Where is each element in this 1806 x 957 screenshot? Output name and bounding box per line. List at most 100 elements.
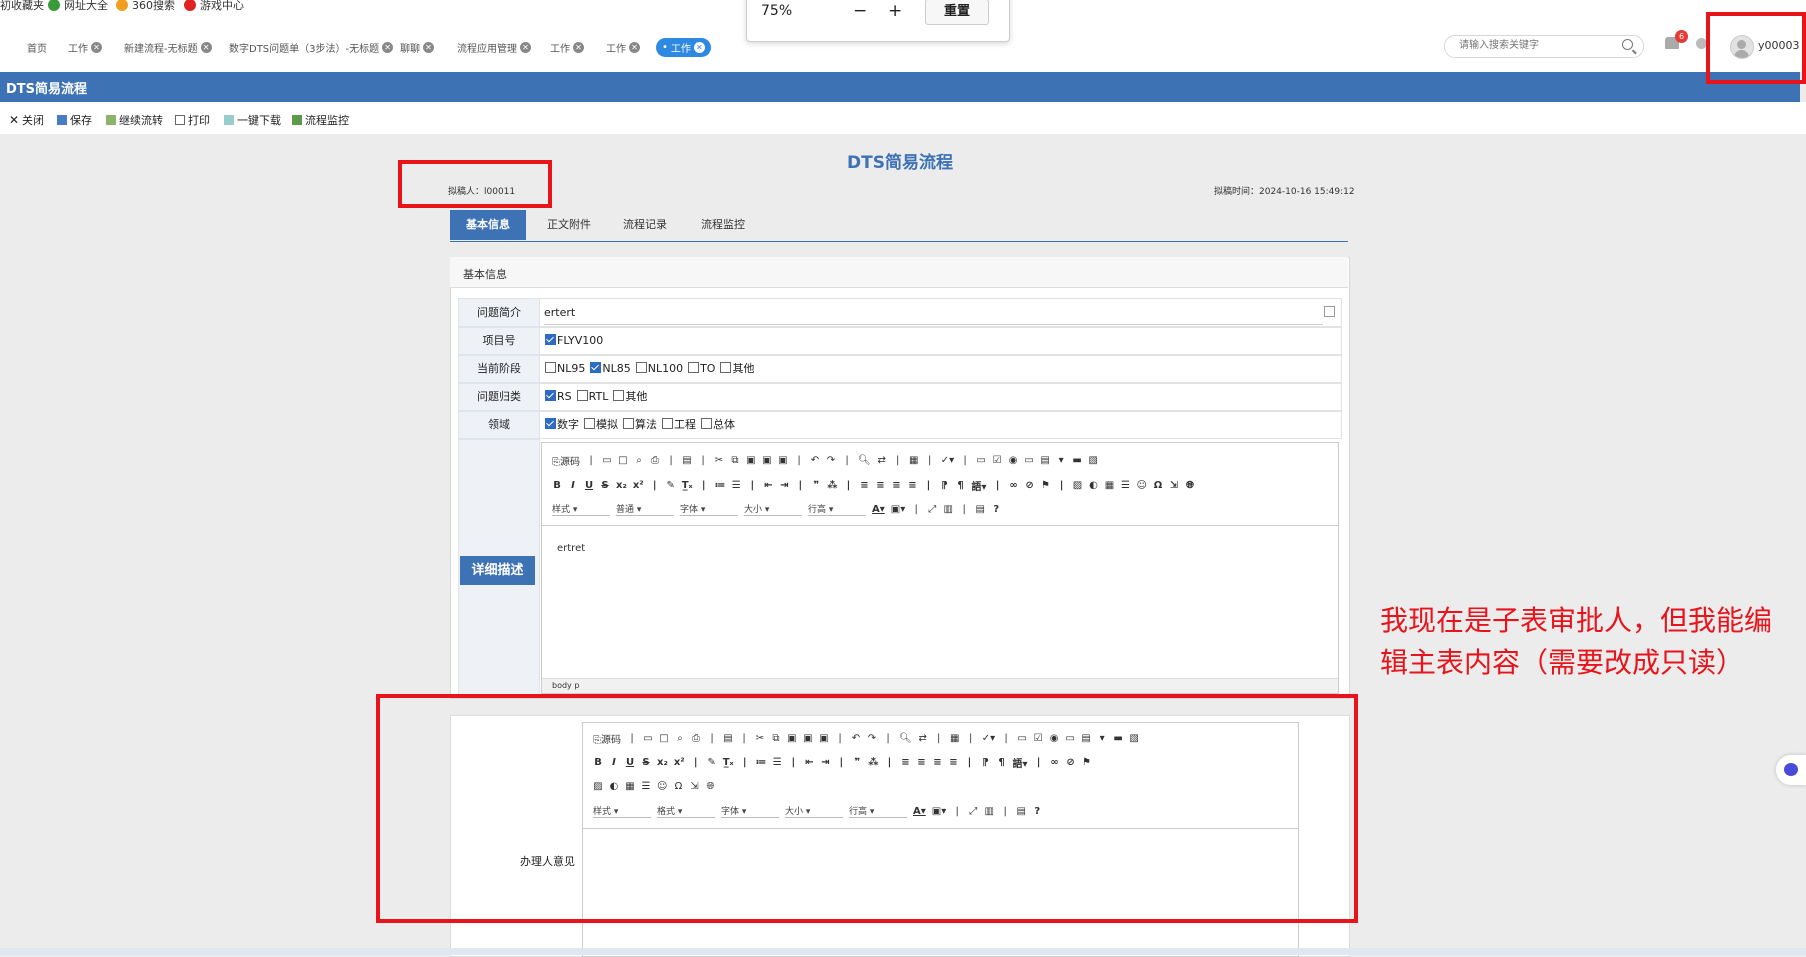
domain-checkbox-3[interactable] — [662, 418, 673, 429]
clear-format-icon[interactable]: T̲ₓ — [682, 480, 693, 491]
about-icon[interactable]: ▤ — [975, 504, 985, 515]
text-color-icon[interactable]: A▾ — [872, 504, 885, 515]
anchor-icon[interactable]: ⚑ — [1041, 480, 1051, 491]
template-icon[interactable]: ▤ — [682, 455, 692, 466]
domain-checkbox-2[interactable] — [623, 418, 634, 429]
stage-option-label[interactable]: NL85 — [602, 362, 630, 375]
source-button[interactable]: ⎘源码 — [552, 453, 580, 468]
tab-8[interactable]: • 工作 ✕ — [656, 38, 711, 57]
new-doc-icon[interactable]: □ — [618, 455, 628, 466]
zoom-in-button[interactable]: + — [888, 1, 902, 21]
textarea-icon[interactable]: ▤ — [1040, 455, 1050, 466]
category-checkbox-0[interactable] — [545, 390, 556, 401]
flash-icon[interactable]: ◐ — [1089, 480, 1099, 491]
tab-close-icon[interactable]: ✕ — [423, 41, 434, 53]
domain-checkbox-0[interactable] — [545, 418, 556, 429]
summary-field[interactable]: ertert — [539, 298, 1342, 327]
tab-4[interactable]: 聊聊 ✕ — [400, 38, 434, 56]
omega-icon[interactable]: Ω — [1153, 480, 1163, 491]
ordered-list-icon[interactable]: ≔ — [715, 480, 726, 491]
stage-option-label[interactable]: TO — [700, 362, 715, 375]
stage-option-label[interactable]: NL100 — [648, 362, 683, 375]
tab-5[interactable]: 流程应用管理 ✕ — [457, 38, 531, 56]
stage-checkbox-4[interactable] — [720, 362, 732, 373]
format-dropdown[interactable]: 普通 ▾ — [616, 502, 674, 516]
bookmark-favorites[interactable]: 初收藏夹 — [0, 0, 44, 13]
strike-icon[interactable]: S — [600, 480, 610, 491]
stage-checkbox-3[interactable] — [688, 362, 700, 373]
justify-icon[interactable]: ≡ — [908, 480, 918, 491]
tab-flow-records[interactable]: 流程记录 — [610, 210, 680, 240]
italic-icon[interactable]: I — [568, 480, 578, 491]
div-icon[interactable]: ⁂ — [827, 480, 837, 491]
show-blocks-icon[interactable]: ▥ — [943, 504, 953, 515]
stage-checkbox-2[interactable] — [635, 362, 647, 373]
summary-value[interactable]: ertert — [544, 306, 575, 319]
style-dropdown[interactable]: 样式 ▾ — [552, 502, 610, 516]
paste-text-icon[interactable]: ▣ — [762, 455, 772, 466]
tab-close-icon[interactable]: ✕ — [382, 41, 394, 53]
copy-icon[interactable]: ⧉ — [730, 455, 740, 466]
continue-flow-button[interactable]: 继续流转 — [106, 112, 163, 128]
undo-icon[interactable]: ↶ — [810, 455, 820, 466]
replace-icon[interactable]: ⇄ — [877, 455, 887, 466]
stage-option-label[interactable]: 其他 — [732, 362, 754, 375]
close-button[interactable]: ✕ 关闭 — [9, 112, 44, 128]
tab-close-icon[interactable]: ✕ — [520, 41, 531, 53]
domain-option-label[interactable]: 工程 — [674, 418, 696, 431]
pagebreak-icon[interactable]: ⇲ — [1169, 480, 1179, 491]
unlink-icon[interactable]: ⊘ — [1025, 480, 1035, 491]
tab-0[interactable]: 首页 — [27, 38, 47, 56]
table-icon[interactable]: ▦ — [1105, 480, 1115, 491]
preview-icon[interactable]: ⌕ — [634, 455, 644, 466]
flow-monitor-button[interactable]: 流程监控 — [292, 112, 349, 128]
search-input[interactable] — [1457, 39, 1621, 52]
button-icon[interactable]: ▬ — [1072, 455, 1082, 466]
project-checkbox-0[interactable] — [545, 334, 556, 345]
search-icon[interactable] — [1622, 39, 1633, 50]
tab-flow-monitor[interactable]: 流程监控 — [688, 210, 758, 240]
bookmark-games[interactable]: 游戏中心 — [184, 0, 244, 13]
stage-checkbox-0[interactable] — [545, 362, 556, 373]
iframe-icon[interactable]: 🌐︎ — [1185, 480, 1195, 491]
tab-close-icon[interactable]: ✕ — [629, 41, 640, 53]
lineheight-dropdown[interactable]: 行高 ▾ — [808, 502, 866, 516]
tab-close-icon[interactable]: ✕ — [693, 42, 705, 53]
domain-option-label[interactable]: 模拟 — [596, 418, 618, 431]
bullet-list-icon[interactable]: ☰ — [731, 480, 741, 491]
domain-option-label[interactable]: 算法 — [635, 418, 657, 431]
ltr-icon[interactable]: ⁋ — [940, 480, 950, 491]
bookmark-search[interactable]: 360搜索 — [116, 0, 175, 13]
domain-checkbox-4[interactable] — [701, 418, 712, 429]
superscript-icon[interactable]: x² — [633, 480, 644, 491]
stage-checkbox-1[interactable] — [590, 362, 602, 373]
tab-7[interactable]: 工作 ✕ — [606, 38, 640, 56]
quote-icon[interactable]: ❞ — [811, 480, 821, 491]
size-dropdown[interactable]: 大小 ▾ — [744, 502, 802, 516]
print-doc-icon[interactable]: ⎙ — [650, 455, 660, 466]
category-checkbox-1[interactable] — [576, 390, 588, 401]
print-button[interactable]: 打印 — [175, 112, 210, 128]
detail-text[interactable]: ertret — [557, 543, 585, 554]
project-option-label[interactable]: FLYV100 — [557, 334, 603, 347]
select-icon[interactable]: ▾ — [1056, 455, 1066, 466]
domain-option-label[interactable]: 总体 — [713, 418, 735, 431]
help-icon[interactable]: ? — [991, 504, 1001, 515]
select-all-icon[interactable]: ▦ — [909, 455, 919, 466]
tab-1[interactable]: 工作 ✕ — [68, 38, 102, 56]
checkbox-icon[interactable]: ☑ — [992, 455, 1002, 466]
find-icon[interactable]: 🔍︎ — [858, 455, 871, 466]
category-option-label[interactable]: RS — [557, 390, 572, 403]
underline-icon[interactable]: U — [584, 480, 594, 491]
rtl-icon[interactable]: ¶ — [956, 480, 966, 491]
tab-close-icon[interactable]: ✕ — [91, 41, 102, 53]
category-checkbox-2[interactable] — [613, 390, 625, 401]
download-all-button[interactable]: 一键下载 — [224, 112, 281, 128]
bg-color-icon[interactable]: ▣▾ — [891, 504, 905, 515]
align-center-icon[interactable]: ≡ — [876, 480, 886, 491]
tab-2[interactable]: 新建流程-无标题 ✕ — [124, 38, 212, 56]
category-option-label[interactable]: RTL — [589, 390, 609, 403]
align-right-icon[interactable]: ≡ — [892, 480, 902, 491]
assistant-float-icon[interactable] — [1776, 755, 1806, 785]
font-dropdown[interactable]: 字体 ▾ — [680, 502, 738, 516]
